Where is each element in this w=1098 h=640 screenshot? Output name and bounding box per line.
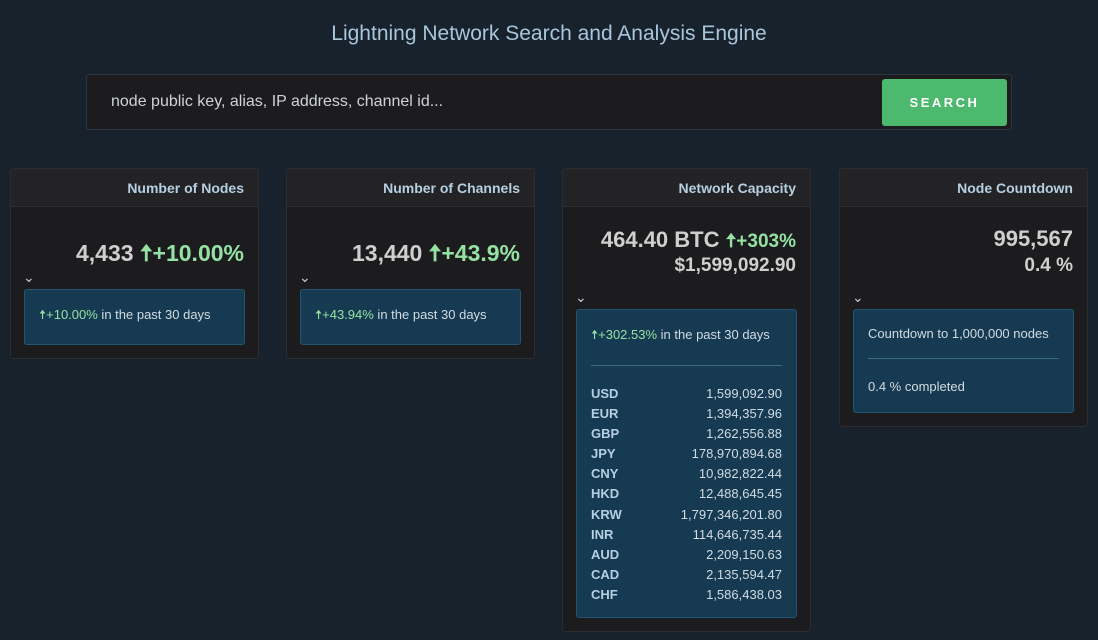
currency-row: HKD 12,488,645.45 bbox=[591, 486, 782, 506]
detail-text: in the past 30 days bbox=[97, 307, 211, 322]
currency-value: 12,488,645.45 bbox=[698, 486, 782, 502]
card-title: Network Capacity bbox=[563, 169, 810, 207]
currency-code: USD bbox=[591, 386, 619, 401]
details-box: 🠅+302.53% in the past 30 days USD 1,599,0… bbox=[576, 309, 797, 619]
card-title: Node Countdown bbox=[840, 169, 1087, 207]
completed-text: 0.4 % completed bbox=[868, 379, 965, 394]
currency-code: AUD bbox=[591, 546, 620, 562]
currency-value: 1,262,556.88 bbox=[706, 426, 782, 442]
detail-text: in the past 30 days bbox=[657, 327, 770, 342]
currency-row: CHF 1,586,438.03 bbox=[591, 587, 782, 607]
card-title: Number of Channels bbox=[287, 169, 534, 207]
countdown-card: Node Countdown 995,567 0.4 % ⌄ Countdown… bbox=[839, 168, 1088, 427]
currency-value: 1,599,092.90 bbox=[706, 386, 782, 401]
currency-code: INR bbox=[591, 526, 614, 542]
capacity-card: Network Capacity 464.40 BTC 🠅+303% $1,59… bbox=[562, 168, 811, 633]
details-box: Countdown to 1,000,000 nodes 0.4 % compl… bbox=[853, 309, 1074, 413]
currency-value: 2,209,150.63 bbox=[706, 546, 782, 562]
chevron-down-icon[interactable]: ⌄ bbox=[840, 289, 1087, 309]
currency-code: JPY bbox=[591, 446, 616, 462]
currency-code: KRW bbox=[591, 506, 622, 522]
currency-code: CNY bbox=[591, 466, 619, 482]
currency-row: JPY 178,970,894.68 bbox=[591, 446, 782, 466]
currency-row: AUD 2,209,150.63 bbox=[591, 547, 782, 567]
currency-row: CAD 2,135,594.47 bbox=[591, 567, 782, 587]
detail-change: +302.53% bbox=[598, 327, 658, 342]
currency-value: 178,970,894.68 bbox=[691, 446, 782, 462]
countdown-percent: 0.4 % bbox=[1024, 255, 1073, 276]
currency-code: EUR bbox=[591, 406, 619, 422]
change-value: +303% bbox=[736, 231, 796, 252]
details-box: 🠅+43.94% in the past 30 days bbox=[300, 289, 521, 345]
currency-row: EUR 1,394,357.96 bbox=[591, 406, 782, 426]
currency-value: 2,135,594.47 bbox=[706, 566, 782, 582]
currency-code: CAD bbox=[591, 566, 620, 582]
currency-row: KRW 1,797,346,201.80 bbox=[591, 507, 782, 527]
currency-value: 114,646,735.44 bbox=[692, 526, 782, 542]
currency-row: GBP 1,262,556.88 bbox=[591, 426, 782, 446]
page-title: Lightning Network Search and Analysis En… bbox=[331, 22, 767, 45]
divider bbox=[591, 365, 782, 366]
search-input[interactable] bbox=[87, 75, 877, 129]
countdown-text: Countdown to 1,000,000 nodes bbox=[868, 326, 1049, 341]
currency-row: CNY 10,982,822.44 bbox=[591, 466, 782, 486]
currency-row: INR 114,646,735.44 bbox=[591, 527, 782, 547]
divider bbox=[868, 358, 1059, 359]
currency-value: 1,586,438.03 bbox=[706, 586, 782, 602]
currency-value: 1,797,346,201.80 bbox=[680, 506, 782, 522]
capacity-btc: 464.40 BTC 🠅+303% bbox=[563, 207, 810, 255]
detail-change: +43.94% bbox=[322, 307, 374, 322]
detail-line: 🠅+302.53% in the past 30 days bbox=[591, 326, 782, 348]
currency-code: GBP bbox=[591, 426, 620, 442]
change: 🠅+303% bbox=[725, 231, 796, 252]
search-bar: SEARCH bbox=[86, 74, 1012, 130]
change: 🠅+43.9% bbox=[428, 240, 520, 266]
detail-change: +10.00% bbox=[46, 307, 98, 322]
currency-value: 1,394,357.96 bbox=[706, 406, 782, 422]
currency-value: 10,982,822.44 bbox=[698, 466, 782, 482]
details-box: 🠅+10.00% in the past 30 days bbox=[24, 289, 245, 345]
nodes-card: Number of Nodes 4,433 🠅+10.00% ⌄ 🠅+10.00… bbox=[10, 168, 259, 359]
value: 4,433 bbox=[76, 240, 134, 266]
value: 13,440 bbox=[352, 240, 423, 266]
value: 464.40 BTC bbox=[600, 227, 720, 252]
countdown-value: 995,567 bbox=[993, 226, 1073, 251]
card-title: Number of Nodes bbox=[11, 169, 258, 207]
detail-text: in the past 30 days bbox=[373, 307, 487, 322]
channels-card: Number of Channels 13,440 🠅+43.9% ⌄ 🠅+43… bbox=[286, 168, 535, 359]
channel-count: 13,440 🠅+43.9% bbox=[287, 207, 534, 269]
currency-row: USD 1,599,092.90 bbox=[591, 386, 782, 406]
currency-list: USD 1,599,092.90 EUR 1,394,357.96 GBP 1,262,5… bbox=[591, 386, 782, 607]
capacity-usd: $1,599,092.90 bbox=[674, 255, 796, 276]
change: 🠅+10.00% bbox=[139, 240, 244, 266]
change-value: +43.9% bbox=[441, 240, 520, 266]
chevron-down-icon[interactable]: ⌄ bbox=[563, 289, 810, 309]
change-value: +10.00% bbox=[152, 240, 244, 266]
currency-code: CHF bbox=[591, 586, 618, 602]
search-button[interactable]: SEARCH bbox=[882, 79, 1007, 126]
node-count: 4,433 🠅+10.00% bbox=[11, 207, 258, 269]
currency-code: HKD bbox=[591, 486, 620, 502]
